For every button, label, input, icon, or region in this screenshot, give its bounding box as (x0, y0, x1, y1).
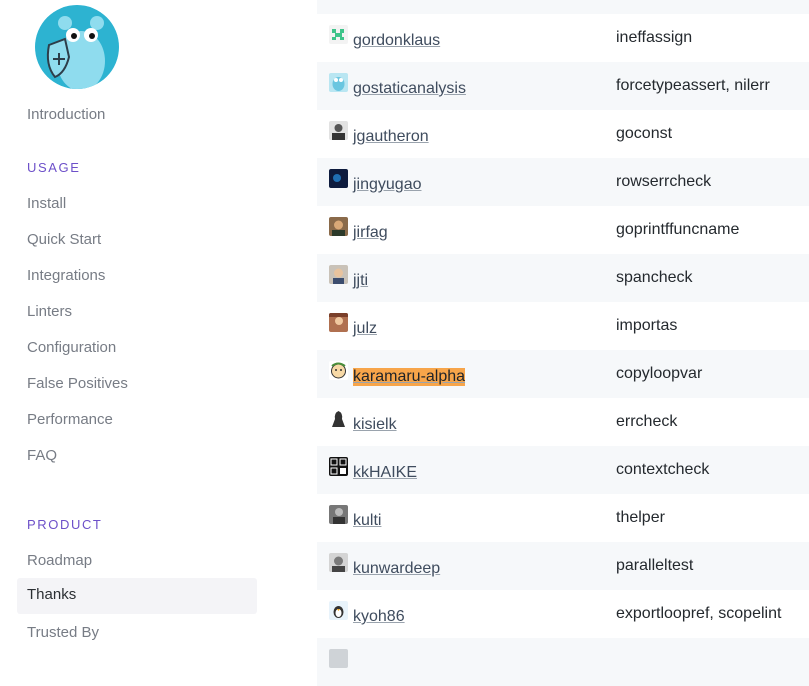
user-link[interactable]: julz (353, 320, 377, 338)
sidebar-item-label: Thanks (27, 586, 77, 603)
person-avatar-icon (329, 265, 348, 284)
sidebar-item-thanks[interactable]: Thanks (17, 578, 257, 614)
sidebar-item-quick-start[interactable]: Quick Start (27, 231, 101, 248)
sidebar-item-false-positives[interactable]: False Positives (27, 375, 128, 392)
avatar (329, 649, 348, 668)
photo-avatar-icon (329, 505, 348, 524)
table-row: jirfag goprintffuncname (317, 206, 809, 254)
table-row: jjti spancheck (317, 254, 809, 302)
sidebar-item-integrations[interactable]: Integrations (27, 267, 105, 284)
linter-list: copyloopvar (616, 365, 703, 382)
cartoon-avatar-icon (329, 361, 348, 380)
photo-avatar-icon (329, 313, 348, 332)
sidebar-item-install[interactable]: Install (27, 195, 66, 212)
pattern-avatar-icon (329, 457, 348, 476)
sidebar-item-configuration[interactable]: Configuration (27, 339, 116, 356)
linter-list: thelper (616, 509, 665, 526)
person-avatar-icon (329, 121, 348, 140)
linter-list: goconst (616, 125, 673, 142)
linter-list: importas (616, 317, 678, 334)
linter-list: forcetypeassert, nilerr (616, 77, 770, 94)
person-avatar-icon (329, 217, 348, 236)
table-row: kyoh86 exportloopref, scopelint (317, 590, 809, 638)
penguin-avatar-icon (329, 601, 348, 620)
sidebar-item-roadmap[interactable]: Roadmap (27, 552, 92, 569)
linter-list: goprintffuncname (616, 221, 740, 238)
sidebar-item-trusted-by[interactable]: Trusted By (27, 624, 99, 641)
table-row: gordonklaus ineffassign (317, 14, 809, 62)
linter-list: spancheck (616, 269, 693, 286)
sidebar-item-performance[interactable]: Performance (27, 411, 113, 428)
user-link[interactable]: jgautheron (353, 128, 429, 146)
sidebar-item-linters[interactable]: Linters (27, 303, 72, 320)
user-link[interactable]: gordonklaus (353, 32, 440, 50)
table-row: kulti thelper (317, 494, 809, 542)
table-row: gostaticanalysis forcetypeassert, nilerr (317, 62, 809, 110)
user-link-highlighted[interactable]: karamaru-alpha (353, 368, 466, 386)
green-pixel-avatar-icon (329, 25, 348, 44)
linter-list: exportloopref, scopelint (616, 605, 782, 622)
linter-list: rowserrcheck (616, 173, 712, 190)
person-avatar-icon (329, 553, 348, 572)
user-link[interactable]: kkHAIKE (353, 464, 417, 482)
table-row (317, 0, 809, 14)
user-link[interactable]: kunwardeep (353, 560, 440, 578)
table-row: kunwardeep paralleltest (317, 542, 809, 590)
user-link[interactable]: jjti (353, 272, 368, 290)
sidebar-item-faq[interactable]: FAQ (27, 447, 57, 464)
table-row: kkHAIKE contextcheck (317, 446, 809, 494)
linter-list: paralleltest (616, 557, 694, 574)
user-link[interactable]: jirfag (353, 224, 388, 242)
gopher-avatar-icon (329, 73, 348, 92)
silhouette-avatar-icon (329, 409, 348, 428)
section-title-product: PRODUCT (27, 517, 103, 532)
table-row: julz importas (317, 302, 809, 350)
sidebar: Introduction USAGE Install Quick Start I… (0, 0, 300, 650)
linter-list: ineffassign (616, 29, 693, 46)
gopher-logo-icon[interactable] (35, 5, 119, 89)
table-row: jgautheron goconst (317, 110, 809, 158)
user-link[interactable]: kisielk (353, 416, 397, 434)
user-link[interactable]: jingyugao (353, 176, 422, 194)
dark-blue-avatar-icon (329, 169, 348, 188)
table-row: kisielk errcheck (317, 398, 809, 446)
linter-list: contextcheck (616, 461, 710, 478)
table-row (317, 638, 809, 686)
table-row: karamaru-alpha copyloopvar (317, 350, 809, 398)
sidebar-item-introduction[interactable]: Introduction (27, 106, 105, 123)
user-link[interactable]: kulti (353, 512, 381, 530)
section-title-usage: USAGE (27, 160, 81, 175)
table-row: jingyugao rowserrcheck (317, 158, 809, 206)
user-link[interactable]: gostaticanalysis (353, 80, 466, 98)
user-link[interactable]: kyoh86 (353, 608, 405, 626)
linter-list: errcheck (616, 413, 678, 430)
